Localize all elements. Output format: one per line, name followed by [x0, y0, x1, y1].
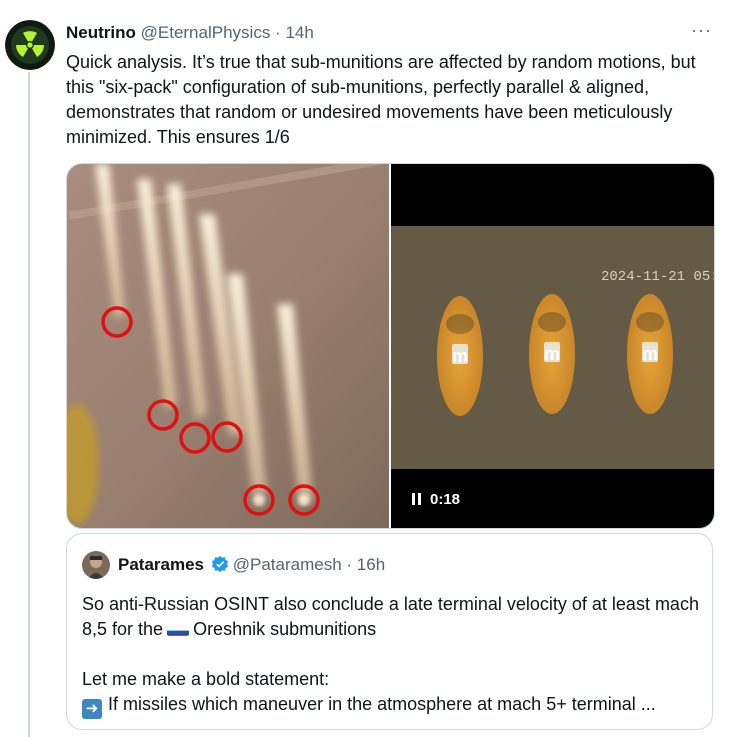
- pause-icon[interactable]: [412, 493, 422, 505]
- video-timestamp-overlay: 2024-11-21 05:17:18: [601, 269, 714, 285]
- separator: ·: [270, 23, 286, 42]
- quote-header: Patarames @Pataramesh · 16h: [118, 554, 385, 576]
- quote-avatar[interactable]: [82, 551, 110, 579]
- author-handle[interactable]: @EternalPhysics: [141, 23, 271, 42]
- russia-flag-icon: [167, 622, 190, 636]
- quote-timestamp[interactable]: 16h: [357, 555, 385, 574]
- more-icon[interactable]: ···: [691, 20, 712, 41]
- video-letter: m: [452, 346, 468, 366]
- tweet-text: Quick analysis. It’s true that sub-munit…: [66, 52, 696, 147]
- video-player[interactable]: m m m 2024-11-21 05:17:18: [391, 164, 714, 528]
- avatar[interactable]: [5, 20, 55, 70]
- quote-author-name[interactable]: Patarames: [118, 555, 204, 574]
- left-image[interactable]: [67, 164, 389, 528]
- separator: ·: [341, 555, 357, 574]
- quote-line1-b: Oreshnik submunitions: [193, 619, 377, 639]
- radiation-icon: [5, 20, 55, 70]
- quoted-tweet[interactable]: Patarames @Pataramesh · 16h So anti-Russ…: [66, 533, 713, 730]
- video-letter: m: [544, 344, 560, 364]
- video-control[interactable]: 0:18: [412, 490, 460, 510]
- media-grid: m m m 2024-11-21 05:17:18: [66, 163, 715, 529]
- quote-line2: Let me make a bold statement:: [82, 669, 330, 689]
- quote-author-handle[interactable]: @Pataramesh: [233, 555, 342, 574]
- video-letter: m: [642, 344, 658, 364]
- quote-text: So anti-Russian OSINT also conclude a la…: [82, 592, 702, 719]
- right-arrow-icon: ➜: [82, 699, 102, 719]
- quote-line3: If missiles which maneuver in the atmosp…: [108, 694, 656, 714]
- verified-icon: [211, 555, 228, 573]
- timestamp[interactable]: 14h: [285, 23, 313, 42]
- tweet-header: Neutrino @EternalPhysics · 14h: [66, 22, 714, 44]
- video-time: 0:18: [430, 491, 461, 508]
- author-name[interactable]: Neutrino: [66, 23, 136, 42]
- thread-line: [28, 72, 30, 737]
